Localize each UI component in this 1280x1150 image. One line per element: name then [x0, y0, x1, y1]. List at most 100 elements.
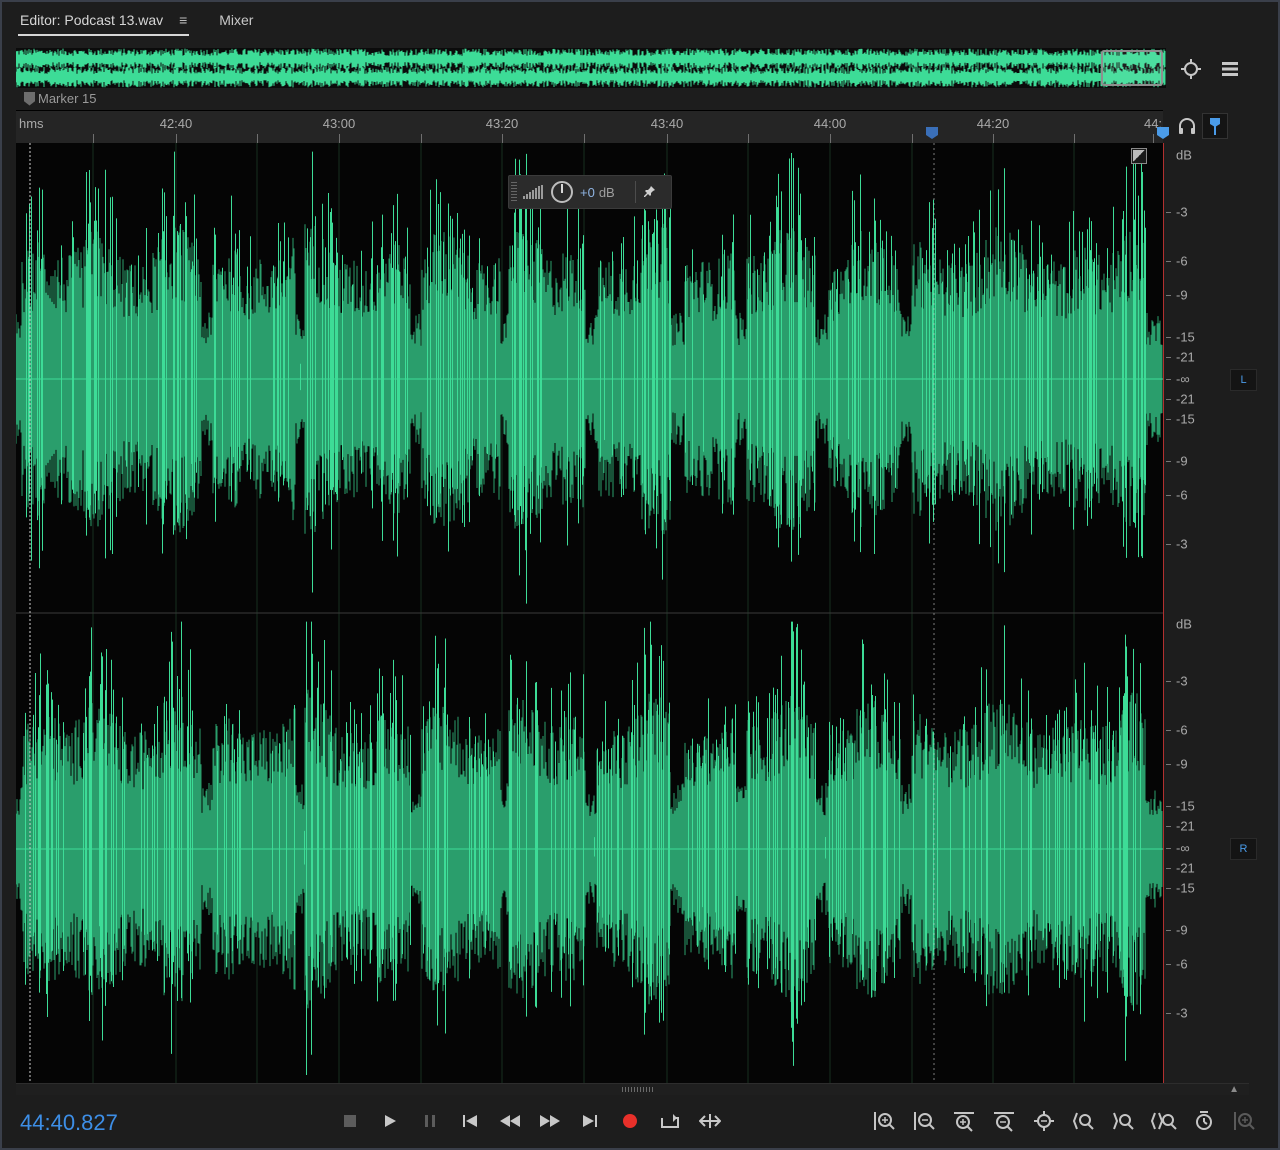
pin-icon[interactable]	[643, 185, 656, 200]
db-scale-tick	[1166, 337, 1171, 338]
ruler-tick	[993, 134, 994, 143]
ruler-tick	[748, 134, 749, 143]
skip-selection-icon	[699, 1114, 721, 1128]
rewind-button[interactable]	[490, 1107, 530, 1135]
zoom-in-point-left-icon[interactable]	[1064, 1107, 1104, 1135]
pause-button[interactable]	[410, 1107, 450, 1135]
playhead-flag-icon[interactable]	[1156, 126, 1170, 140]
scrollbar-grip[interactable]	[622, 1087, 654, 1092]
loop-button[interactable]	[650, 1107, 690, 1135]
db-scale-tick	[1166, 964, 1171, 965]
go-to-start-button[interactable]	[450, 1107, 490, 1135]
stop-button[interactable]	[330, 1107, 370, 1135]
db-scale-tick	[1166, 681, 1171, 682]
ruler-tick	[912, 134, 913, 143]
db-scale-tick	[1166, 730, 1171, 731]
waveform-graphic	[16, 143, 1163, 1083]
tab-mixer[interactable]: Mixer	[217, 8, 255, 34]
db-scale-label: -∞	[1176, 371, 1190, 387]
hud-volume-value[interactable]: +0 dB	[580, 185, 615, 200]
db-scale-tick	[1166, 544, 1171, 545]
hud-grip[interactable]	[511, 182, 517, 202]
headphone-icon[interactable]	[1176, 115, 1198, 142]
ruler-tick	[421, 134, 422, 143]
db-scale-label: -21	[1176, 818, 1195, 834]
db-scale-label: -9	[1176, 756, 1188, 772]
db-scale-label: -3	[1176, 204, 1188, 220]
db-scale-label: -6	[1176, 956, 1188, 972]
zoom-out-amplitude-icon[interactable]	[904, 1107, 944, 1135]
scroll-up-icon[interactable]: ▲	[1229, 1084, 1239, 1095]
db-scale-label: dB	[1176, 147, 1192, 163]
db-scale-label: -15	[1176, 329, 1195, 345]
ruler-tick	[93, 134, 94, 143]
hud-divider	[634, 181, 636, 203]
hamburger-menu-icon[interactable]: ≡	[179, 12, 187, 28]
ruler-tick	[830, 134, 831, 143]
left-channel-toggle[interactable]: L	[1230, 369, 1257, 391]
panel-menu-icon[interactable]	[1217, 56, 1243, 82]
volume-bars-icon	[523, 185, 545, 199]
volume-knob[interactable]	[551, 181, 573, 203]
hud-volume-unit: dB	[598, 184, 615, 200]
play-button[interactable]	[370, 1107, 410, 1135]
ruler-tick-label: 44:00	[813, 116, 847, 131]
hud-volume[interactable]: +0 dB	[508, 175, 672, 209]
db-scale-tick	[1166, 357, 1171, 358]
hud-volume-number: +0	[580, 184, 595, 200]
zoom-out-time-icon[interactable]	[984, 1107, 1024, 1135]
db-scale-label: -∞	[1176, 840, 1190, 856]
db-scale-tick	[1166, 1013, 1171, 1014]
transport-controls	[330, 1107, 730, 1135]
zoom-to-region-icon[interactable]	[1224, 1107, 1264, 1135]
overview-waveform[interactable]	[16, 48, 1166, 88]
zoom-navigator-icon[interactable]	[1178, 56, 1204, 82]
ruler-tick	[667, 134, 668, 143]
overview-waveform-graphic	[16, 48, 1166, 88]
right-channel-toggle[interactable]: R	[1230, 838, 1257, 860]
db-scale-label: -21	[1176, 349, 1195, 365]
record-button[interactable]	[610, 1107, 650, 1135]
tab-editor-label: Editor: Podcast 13.wav	[20, 12, 164, 28]
spectral-toggle-icon[interactable]	[1131, 148, 1147, 164]
db-scale-tick	[1166, 295, 1171, 296]
zoom-in-time-icon[interactable]	[944, 1107, 984, 1135]
db-scale[interactable]: dB -3 -6 -9 -15 -21 -∞ -21 -15 -9 -6 -3 dB -3 -6 -9 -15 -…	[1163, 143, 1223, 1083]
db-scale-label: -15	[1176, 880, 1195, 896]
ruler-tick	[1074, 134, 1075, 143]
zoom-in-point-right-icon[interactable]	[1104, 1107, 1144, 1135]
ruler-tick	[1153, 134, 1154, 143]
go-to-end-button[interactable]	[570, 1107, 610, 1135]
marker-name: Marker 15	[38, 91, 97, 106]
marker-label[interactable]: Marker 15	[24, 91, 97, 106]
db-scale-tick	[1166, 261, 1171, 262]
horizontal-scrollbar[interactable]: ▲	[16, 1083, 1249, 1095]
db-scale-tick	[1166, 399, 1171, 400]
db-scale-tick	[1166, 212, 1171, 213]
loop-icon	[661, 1114, 679, 1128]
skip-forward-icon	[583, 1115, 597, 1127]
db-scale-tick	[1166, 848, 1171, 849]
waveform-display[interactable]	[16, 143, 1163, 1083]
marker-flag-icon[interactable]	[925, 126, 939, 140]
ruler-tick-label: 44:20	[976, 116, 1010, 131]
zoom-in-amplitude-icon[interactable]	[864, 1107, 904, 1135]
zoom-reset-icon[interactable]	[1184, 1107, 1224, 1135]
ruler-tick	[502, 134, 503, 143]
stop-icon	[344, 1115, 356, 1127]
record-icon	[623, 1114, 637, 1128]
db-scale-label: -6	[1176, 253, 1188, 269]
tab-editor[interactable]: Editor: Podcast 13.wav ≡	[18, 8, 190, 36]
zoom-selection-icon[interactable]	[1144, 1107, 1184, 1135]
db-scale-label: -15	[1176, 411, 1195, 427]
play-icon	[385, 1115, 396, 1127]
ruler-unit: hms	[19, 116, 44, 131]
snap-marker-icon[interactable]	[1202, 113, 1228, 139]
zoom-out-full-icon[interactable]	[1024, 1107, 1064, 1135]
time-ruler[interactable]: hms 42:40 43:00 43:20 43:40 44:00 44:20 …	[16, 110, 1163, 143]
timecode-display[interactable]: 44:40.827	[20, 1110, 118, 1136]
skip-back-icon	[463, 1115, 477, 1127]
fast-forward-button[interactable]	[530, 1107, 570, 1135]
overview-viewport-handle[interactable]	[1101, 50, 1163, 86]
skip-selection-button[interactable]	[690, 1107, 730, 1135]
